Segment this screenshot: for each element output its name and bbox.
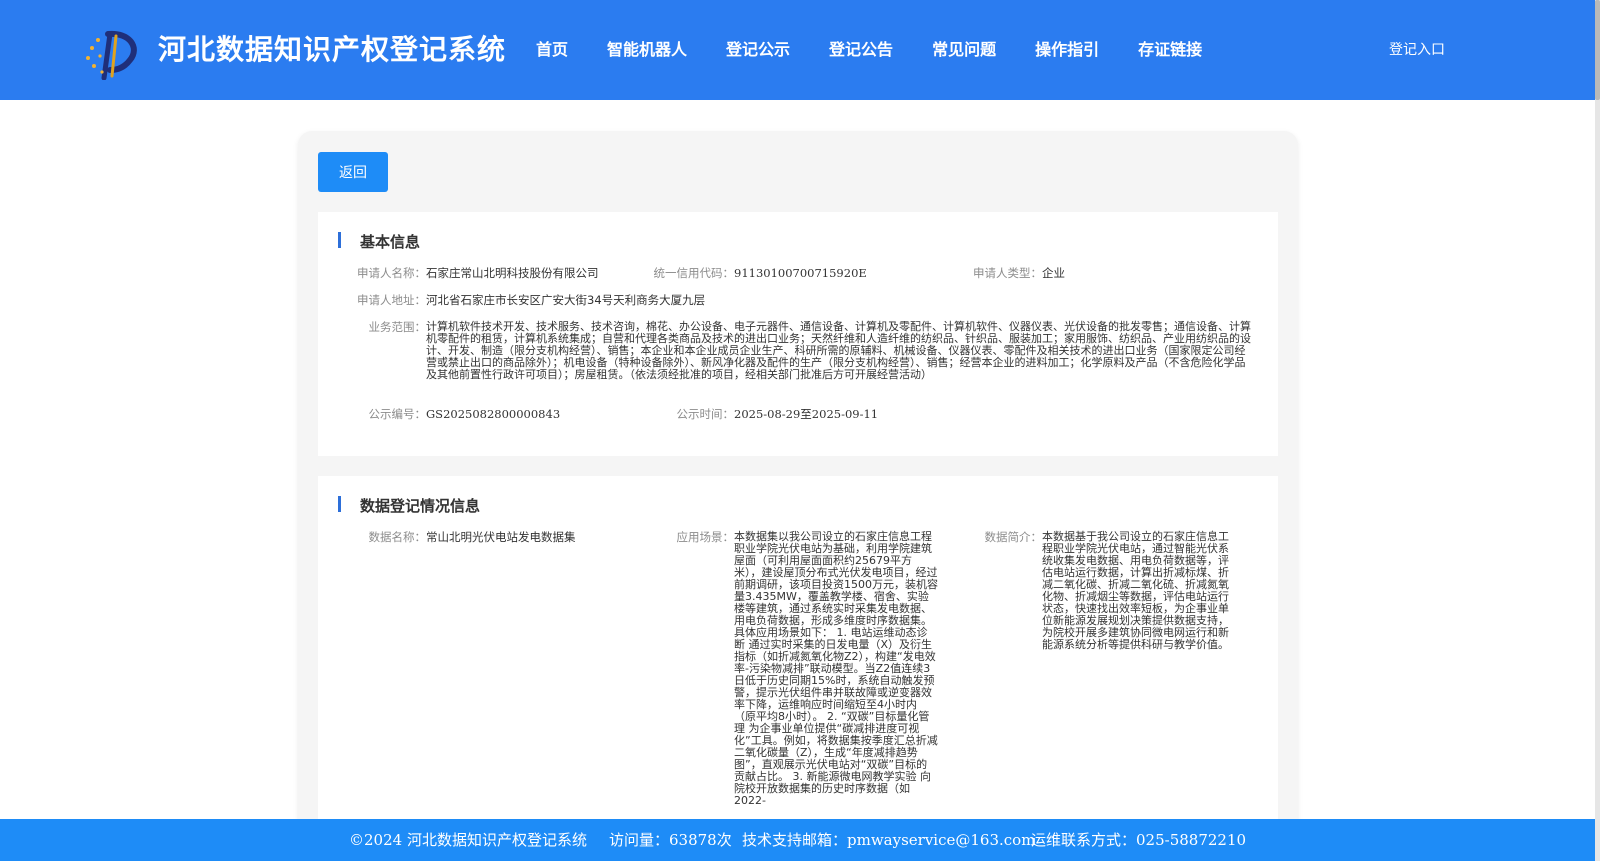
applicant-name-value: 石家庄常山北明科技股份有限公司 [426, 266, 599, 280]
address-value: 河北省石家庄市长安区广安大街34号天利商务大厦九层 [426, 293, 706, 307]
address-label: 申请人地址： [357, 293, 426, 307]
business-scope-label: 业务范围： [368, 320, 427, 334]
credit-code-value: 91130100700715920E [734, 266, 867, 280]
footer-email[interactable]: 技术支持邮箱：pmwayservice@163.com [742, 819, 1035, 861]
nav-evidence-link[interactable]: 存证链接 [1138, 36, 1202, 60]
basic-info-title: 基本信息 [338, 231, 420, 252]
publicity-time-label: 公示时间： [676, 407, 735, 421]
logo-icon [86, 30, 137, 80]
data-name-value: 常山北明光伏电站发电数据集 [426, 530, 576, 544]
nav-registration-publicity[interactable]: 登记公示 [726, 36, 790, 60]
page-scrollbar[interactable] [1595, 0, 1600, 861]
publicity-time-value: 2025-08-29至2025-09-11 [734, 407, 879, 421]
application-scene-label: 应用场景： [676, 530, 735, 544]
login-link[interactable]: 登记入口 [1389, 39, 1445, 59]
data-registration-title: 数据登记情况信息 [338, 495, 480, 516]
data-registration-section: 数据登记情况信息 数据名称： 常山北明光伏电站发电数据集 应用场景： 本数据集以… [318, 476, 1278, 861]
main-nav: 首页 智能机器人 登记公示 登记公告 常见问题 操作指引 存证链接 [536, 36, 1241, 60]
footer-visits: 访问量：63878次 [609, 831, 732, 849]
site-title: 河北数据知识产权登记系统 [158, 33, 507, 66]
publicity-number-value: GS2025082800000843 [426, 407, 561, 421]
application-scene-value: 本数据集以我公司设立的石家庄信息工程职业学院光伏电站为基础，利用学院建筑屋面（可… [734, 530, 938, 807]
page-footer: ©2024 河北数据知识产权登记系统 访问量：63878次 技术支持邮箱：pmw… [0, 819, 1595, 861]
detail-card: 返回 基本信息 申请人名称： 石家庄常山北明科技股份有限公司 统一信用代码： 9… [298, 131, 1298, 861]
footer-copyright: ©2024 河北数据知识产权登记系统 [349, 831, 587, 849]
business-scope-value: 计算机软件技术开发、技术服务、技术咨询，棉花、办公设备、电子元器件、通信设备、计… [426, 320, 1251, 381]
nav-robot[interactable]: 智能机器人 [607, 36, 687, 60]
footer-phone: 运维联系方式：025-58872210 [1031, 831, 1247, 849]
nav-registration-announcement[interactable]: 登记公告 [829, 36, 893, 60]
basic-info-section: 基本信息 申请人名称： 石家庄常山北明科技股份有限公司 统一信用代码： 9113… [318, 212, 1278, 456]
data-intro-value: 本数据基于我公司设立的石家庄信息工程职业学院光伏电站，通过智能光伏系统收集发电数… [1042, 530, 1229, 651]
scrollbar-thumb[interactable] [1595, 0, 1600, 100]
nav-faq[interactable]: 常见问题 [932, 36, 996, 60]
applicant-name-label: 申请人名称： [357, 266, 426, 280]
top-header: 河北数据知识产权登记系统 首页 智能机器人 登记公示 登记公告 常见问题 操作指… [0, 0, 1595, 100]
data-intro-label: 数据简介： [984, 530, 1043, 544]
credit-code-label: 统一信用代码： [653, 266, 735, 280]
nav-guide[interactable]: 操作指引 [1035, 36, 1099, 60]
nav-home[interactable]: 首页 [536, 36, 568, 60]
publicity-number-label: 公示编号： [368, 407, 427, 421]
data-name-label: 数据名称： [368, 530, 427, 544]
back-button[interactable]: 返回 [318, 152, 388, 192]
applicant-type-value: 企业 [1042, 266, 1065, 280]
applicant-type-label: 申请人类型： [973, 266, 1042, 280]
